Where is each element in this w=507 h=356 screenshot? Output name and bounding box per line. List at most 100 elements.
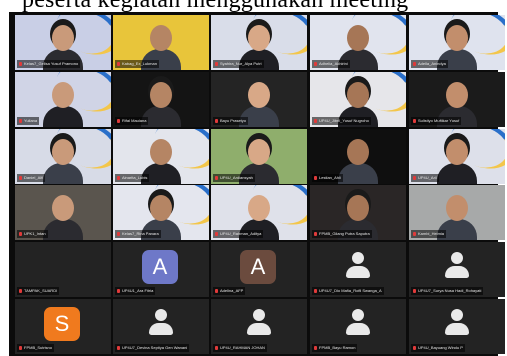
participant-name: Syahira_Nur_Alya Putri	[220, 61, 262, 66]
mic-muted-icon	[215, 288, 218, 293]
participant-tile[interactable]: Kelas7_Rina Panara	[113, 185, 209, 240]
participant-tile[interactable]: Syahira_Nur_Alya Putri	[211, 15, 307, 70]
participant-face	[248, 139, 270, 165]
participant-tile[interactable]: Kambi_Helmia	[409, 185, 505, 240]
mic-muted-icon	[413, 345, 416, 350]
mic-muted-icon	[19, 231, 22, 236]
participant-name: Adelina_AFP	[220, 288, 244, 293]
participant-name: Daniel_Alfi	[24, 175, 44, 180]
participant-name: Adhelia_Akhirini	[319, 61, 348, 66]
default-user-icon	[149, 309, 173, 337]
mic-muted-icon	[19, 175, 22, 180]
participant-tile[interactable]: Kelas7_Gelisa Yusuf Pramono	[15, 15, 111, 70]
participant-name: UP4U_Jibril_Yusuf Nugroho	[319, 118, 369, 123]
participant-name: UP4U1_Ara Fitria	[122, 288, 154, 293]
participant-name-label: FPMB_Sutrisno	[17, 344, 55, 352]
participant-face	[150, 195, 172, 221]
default-user-icon	[445, 252, 469, 280]
participant-face	[52, 82, 74, 108]
participant-name: Ainarita_Lubis	[122, 175, 148, 180]
participant-name: UP4U_Aril	[418, 175, 437, 180]
participant-name-label: Kelas7_Gelisa Yusuf Pramono	[17, 60, 81, 68]
participant-name-label: Adelina_AFP	[213, 287, 246, 295]
participant-tile[interactable]: UP4U7_Dio Mafia_Rofil Swanga_A	[310, 242, 406, 297]
participant-tile[interactable]: UP4U_Ardiansyah	[211, 129, 307, 184]
participant-name: Kelas7_Gelisa Yusuf Pramono	[24, 61, 79, 66]
participant-tile[interactable]: UP4U_Aril	[409, 129, 505, 184]
participant-tile[interactable]: Yuliana	[15, 72, 111, 127]
mic-muted-icon	[314, 118, 317, 123]
participant-name: Kambi_Helmia	[418, 231, 445, 236]
participant-tile[interactable]: UP4U_Jibril_Yusuf Nugroho	[310, 72, 406, 127]
mic-muted-icon	[19, 345, 22, 350]
default-user-icon	[445, 309, 469, 337]
participant-tile[interactable]: UP4U_Bayuang Windu P	[409, 299, 505, 354]
participant-tile[interactable]: FPMB_Gilang Putra Saputra	[310, 185, 406, 240]
participant-tile[interactable]: Rifal Maulana	[113, 72, 209, 127]
participant-tile[interactable]: Sulistiyo Muftikar Yusuf	[409, 72, 505, 127]
mic-muted-icon	[215, 61, 218, 66]
participant-tile[interactable]: Ainarita_Lubis	[113, 129, 209, 184]
participant-tile[interactable]: Bayu Prasetyo	[211, 72, 307, 127]
participant-tile[interactable]: UP4U_RAHMAN JOHAN	[211, 299, 307, 354]
participant-face	[446, 195, 468, 221]
mic-muted-icon	[215, 345, 218, 350]
participant-name-label: UP4U_Jibril_Yusuf Nugroho	[312, 117, 371, 125]
participant-name: UP4U7_Surya Nusa Hadi_Rohayati	[418, 288, 482, 293]
participant-face	[150, 25, 172, 51]
participant-face	[52, 25, 74, 51]
participant-tile[interactable]: UPK1_Intan	[15, 185, 111, 240]
default-user-icon	[247, 309, 271, 337]
participant-name: UPK1_Intan	[24, 231, 46, 236]
participant-tile[interactable]: Kabag_Ex_Lukman	[113, 15, 209, 70]
participant-tile[interactable]: UP4U7_Devina Septiya Gen Wanani	[113, 299, 209, 354]
default-user-icon	[346, 252, 370, 280]
participant-face	[446, 25, 468, 51]
participant-tile[interactable]: Daniel_Alfi	[15, 129, 111, 184]
participant-name-label: UP4U7_Surya Nusa Hadi_Rohayati	[411, 287, 484, 295]
mic-muted-icon	[413, 231, 416, 236]
participant-face	[347, 82, 369, 108]
participant-name: Sulistiyo Muftikar Yusuf	[418, 118, 460, 123]
participant-tile[interactable]: UP4U_Rahman_Aditya	[211, 185, 307, 240]
participant-name: Lestian_Ahli	[319, 175, 341, 180]
participant-name-label: Sulistiyo Muftikar Yusuf	[411, 117, 462, 125]
participant-tile[interactable]: S FPMB_Sutrisno	[15, 299, 111, 354]
participant-name-label: Lestian_Ahli	[312, 174, 343, 182]
mic-muted-icon	[314, 288, 317, 293]
participant-name: UP4U_RAHMAN JOHAN	[220, 345, 265, 350]
mic-muted-icon	[117, 288, 120, 293]
participant-face	[347, 195, 369, 221]
participant-name-label: UP4U_Ardiansyah	[213, 174, 255, 182]
participant-name-label: Bayu Prasetyo	[213, 117, 249, 125]
participant-name-label: UP4U7_Dio Mafia_Rofil Swanga_A	[312, 287, 384, 295]
participant-name: Yuliana	[24, 118, 38, 123]
participant-tile[interactable]: A Adelina_AFP	[211, 242, 307, 297]
participant-name: Kabag_Ex_Lukman	[122, 61, 157, 66]
mic-muted-icon	[314, 175, 317, 180]
default-user-icon	[346, 309, 370, 337]
participant-name: Bayu Prasetyo	[220, 118, 247, 123]
participant-tile[interactable]: Lestian_Ahli	[310, 129, 406, 184]
mic-muted-icon	[19, 61, 22, 66]
participant-face	[52, 139, 74, 165]
participant-name: Kelas7_Rina Panara	[122, 231, 159, 236]
mic-muted-icon	[117, 231, 120, 236]
participant-tile[interactable]: FPMB_Bayu Ramon	[310, 299, 406, 354]
participant-tile[interactable]: A UP4U1_Ara Fitria	[113, 242, 209, 297]
participant-tile[interactable]: Adella_Anindya	[409, 15, 505, 70]
participant-name: Adella_Anindya	[418, 61, 446, 66]
participant-tile[interactable]: Adhelia_Akhirini	[310, 15, 406, 70]
participant-face	[248, 25, 270, 51]
participant-name-label: Kelas7_Rina Panara	[115, 230, 161, 238]
participant-name: UP4U_Rahman_Aditya	[220, 231, 262, 236]
participant-name-label: UP4U_RAHMAN JOHAN	[213, 344, 267, 352]
mic-muted-icon	[215, 231, 218, 236]
mic-muted-icon	[413, 118, 416, 123]
participant-tile[interactable]: TAMPAK_SUARDI	[15, 242, 111, 297]
participant-face	[150, 82, 172, 108]
participant-tile[interactable]: UP4U7_Surya Nusa Hadi_Rohayati	[409, 242, 505, 297]
participant-name-label: UP4U_Aril	[411, 174, 439, 182]
participant-name-label: TAMPAK_SUARDI	[17, 287, 60, 295]
participant-name-label: UPK1_Intan	[17, 230, 48, 238]
